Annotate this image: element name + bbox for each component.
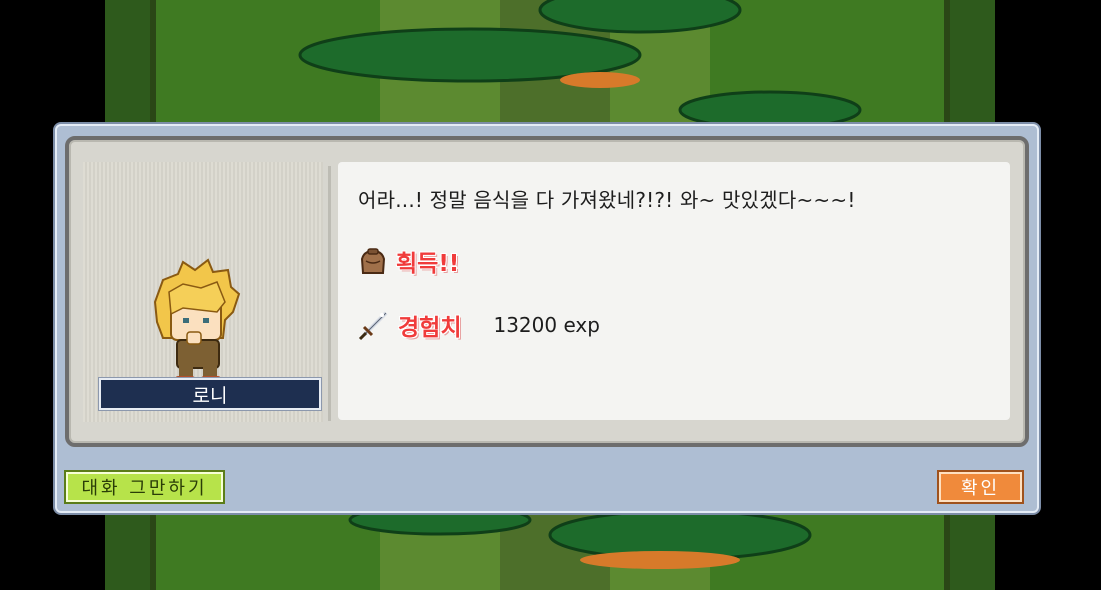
reward-row-exp: 경험치 13200 exp — [358, 308, 600, 342]
sword-exp-icon — [358, 311, 388, 341]
item-bag-icon — [360, 248, 386, 274]
confirm-button[interactable]: 확인 — [939, 472, 1022, 502]
npc-message: 어라...! 정말 음식을 다 가져왔네?!?! 와~ 맛있겠다~~~! — [358, 188, 856, 212]
reward-row-obtain: 획득!! — [358, 244, 459, 278]
reward-exp-label: 경험치 — [398, 315, 462, 341]
panel-divider — [328, 166, 331, 421]
dialog-text-panel: 어라...! 정말 음식을 다 가져왔네?!?! 와~ 맛있겠다~~~! 획득!… — [338, 162, 1010, 420]
npc-name-plate: 로니 — [99, 378, 321, 410]
end-chat-button[interactable]: 대화 그만하기 — [66, 472, 223, 502]
dialog-body: 로니 어라...! 정말 음식을 다 가져왔네?!?! 와~ 맛있겠다~~~! … — [65, 136, 1029, 447]
npc-character-sprite — [153, 258, 241, 384]
reward-exp-value: 13200 exp — [493, 313, 600, 337]
reward-obtain-label: 획득!! — [396, 251, 460, 277]
npc-dialog-window: 로니 어라...! 정말 음식을 다 가져왔네?!?! 와~ 맛있겠다~~~! … — [55, 124, 1039, 513]
